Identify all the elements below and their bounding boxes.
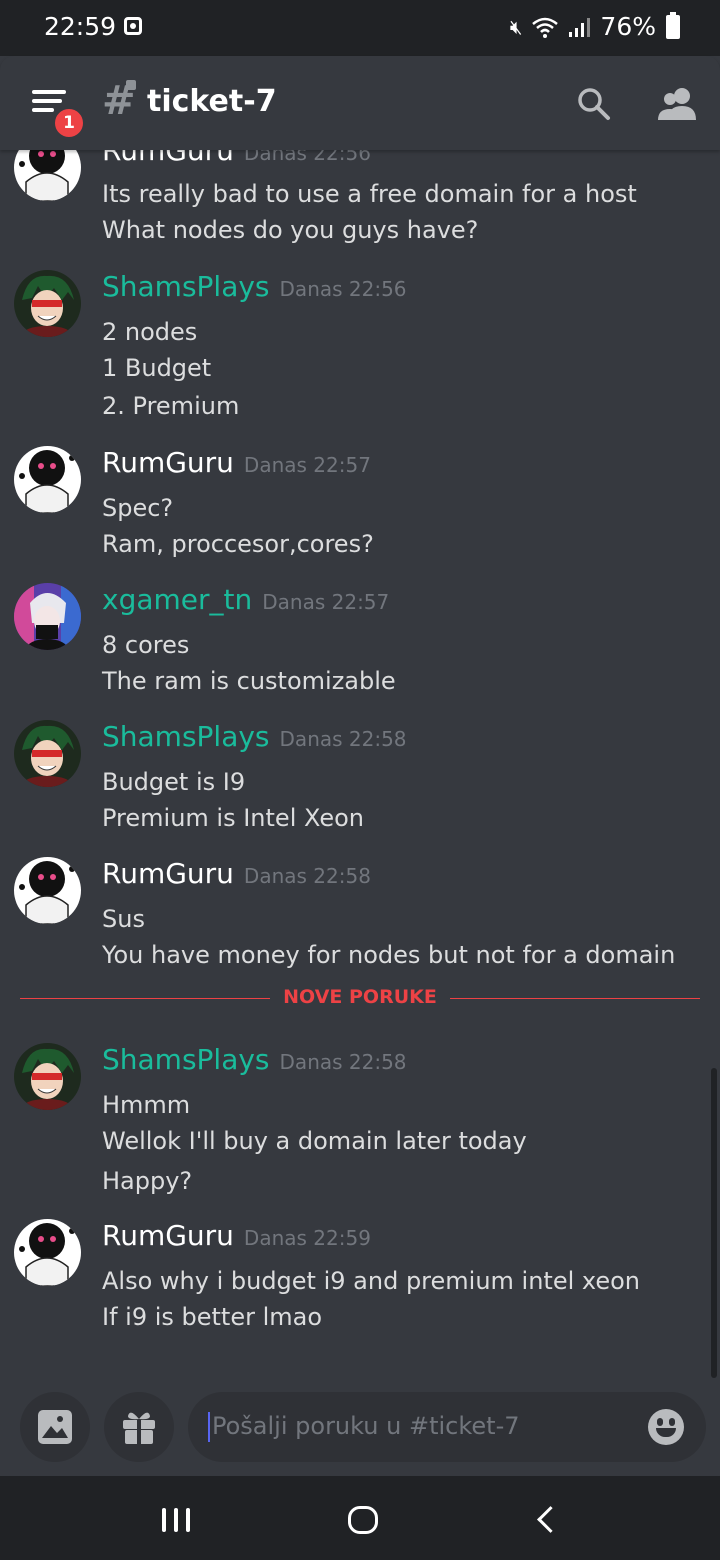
author-label[interactable]: RumGuru	[102, 857, 234, 890]
message-composer: Pošalji poruku u #ticket-7	[0, 1380, 720, 1476]
message-input[interactable]: Pošalji poruku u #ticket-7	[188, 1392, 706, 1462]
message-line: Its really bad to use a free domain for …	[102, 180, 637, 208]
message-list[interactable]: RumGuru Danas 22:56 Its really bad to use…	[0, 150, 720, 1380]
message-line: The ram is customizable	[102, 667, 396, 695]
lock-icon	[126, 80, 136, 90]
author-label[interactable]: ShamsPlays	[102, 1043, 270, 1076]
message-line: Budget is I9	[102, 768, 246, 796]
avatar-shamsplays[interactable]	[14, 1043, 81, 1110]
timestamp: Danas 22:59	[243, 1226, 371, 1250]
status-icons: 🔇︎ 76%	[509, 11, 680, 41]
author-label[interactable]: RumGuru	[102, 150, 234, 167]
author-label[interactable]: ShamsPlays	[102, 270, 270, 303]
emoji-icon[interactable]	[648, 1409, 684, 1445]
author-name[interactable]: RumGuru Danas 22:56	[102, 150, 371, 167]
new-messages-label: NOVE PORUKE	[283, 986, 437, 1008]
timestamp: Danas 22:56	[279, 277, 407, 301]
scrollbar[interactable]	[711, 1068, 717, 1378]
channel-header: 1 # ticket-7	[0, 56, 720, 150]
mute-icon: 🔇︎	[509, 14, 523, 39]
timestamp: Danas 22:57	[262, 590, 390, 614]
message-line: Premium is Intel Xeon	[102, 804, 365, 832]
message-line: Sus	[102, 905, 145, 933]
timestamp: Danas 22:58	[243, 864, 371, 888]
channel-title: ticket-7	[147, 84, 277, 119]
author-label[interactable]: RumGuru	[102, 1219, 234, 1252]
avatar-shamsplays[interactable]	[14, 270, 81, 337]
signal-icon	[569, 17, 591, 37]
author-label[interactable]: xgamer_tn	[102, 583, 252, 616]
message-line: If i9 is better lmao	[102, 1303, 323, 1331]
message-line: Hmmm	[102, 1091, 191, 1119]
back-icon[interactable]	[537, 1506, 564, 1533]
system-nav-bar	[0, 1476, 720, 1560]
text-caret	[208, 1412, 210, 1442]
author-name[interactable]: ShamsPlays Danas 22:58	[102, 720, 407, 753]
author-name[interactable]: RumGuru Danas 22:58	[102, 857, 371, 890]
author-name[interactable]: RumGuru Danas 22:59	[102, 1219, 371, 1252]
message-line: What nodes do you guys have?	[102, 216, 479, 244]
avatar-rumguru[interactable]	[14, 150, 81, 201]
attach-image-button[interactable]	[20, 1392, 90, 1462]
message-line: You have money for nodes but not for a d…	[102, 941, 676, 969]
message-line: Also why i budget i9 and premium intel x…	[102, 1267, 641, 1295]
avatar-rumguru[interactable]	[14, 857, 81, 924]
timestamp: Danas 22:57	[243, 453, 371, 477]
message-line: 1 Budget	[102, 354, 212, 382]
battery-level: 76%	[600, 12, 656, 41]
status-bar: 22:59 🔇︎ 76%	[0, 0, 720, 56]
new-messages-divider: NOVE PORUKE	[20, 986, 700, 1008]
avatar-rumguru[interactable]	[14, 446, 81, 513]
recent-apps-icon[interactable]	[162, 1508, 192, 1532]
message-line: 8 cores	[102, 631, 190, 659]
message-input-placeholder: Pošalji poruku u #ticket-7	[212, 1412, 520, 1440]
author-name[interactable]: ShamsPlays Danas 22:56	[102, 270, 407, 303]
notification-icon	[124, 17, 142, 35]
status-time: 22:59	[44, 12, 117, 41]
members-icon[interactable]	[656, 86, 698, 122]
home-icon[interactable]	[348, 1506, 378, 1534]
message-line: Spec?	[102, 494, 174, 522]
message-line: 2. Premium	[102, 392, 240, 420]
author-label[interactable]: ShamsPlays	[102, 720, 270, 753]
search-icon[interactable]	[576, 86, 612, 122]
battery-icon	[666, 11, 680, 39]
avatar-xgamer[interactable]	[14, 583, 81, 650]
avatar-rumguru[interactable]	[14, 1219, 81, 1286]
image-icon	[38, 1410, 72, 1444]
gift-button[interactable]	[104, 1392, 174, 1462]
author-name[interactable]: RumGuru Danas 22:57	[102, 446, 371, 479]
wifi-icon	[532, 17, 559, 38]
notification-badge: 1	[52, 106, 86, 140]
timestamp: Danas 22:58	[279, 1050, 407, 1074]
gift-icon	[123, 1412, 155, 1444]
timestamp: Danas 22:58	[279, 727, 407, 751]
message-line: Ram, proccesor,cores?	[102, 530, 374, 558]
message-line: Happy?	[102, 1167, 193, 1195]
avatar-shamsplays[interactable]	[14, 720, 81, 787]
author-name[interactable]: xgamer_tn Danas 22:57	[102, 583, 389, 616]
message-line: 2 nodes	[102, 318, 198, 346]
message-line: Wellok I'll buy a domain later today	[102, 1127, 527, 1155]
author-name[interactable]: ShamsPlays Danas 22:58	[102, 1043, 407, 1076]
timestamp: Danas 22:56	[243, 150, 371, 165]
author-label[interactable]: RumGuru	[102, 446, 234, 479]
